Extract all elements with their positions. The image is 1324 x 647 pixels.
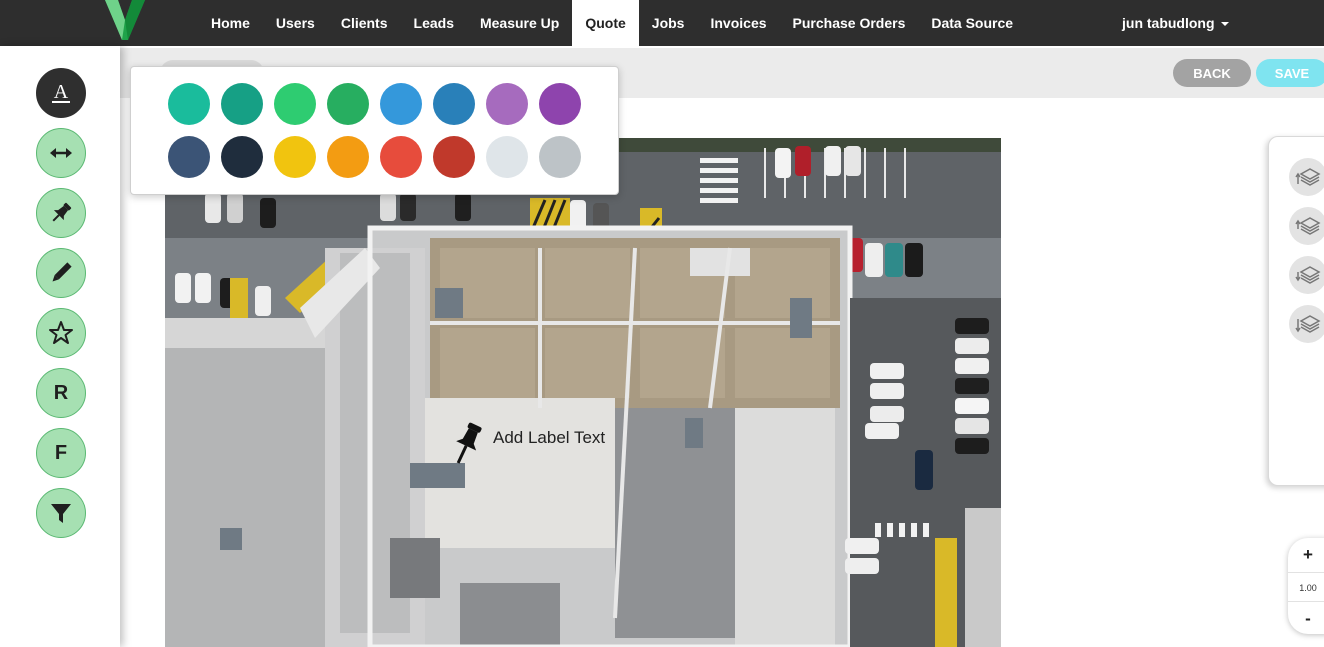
text-underline-icon: A xyxy=(52,81,70,103)
measure-tool-button[interactable] xyxy=(36,128,86,178)
v-logo-icon[interactable] xyxy=(100,0,150,44)
user-name: jun tabudlong xyxy=(1122,15,1215,31)
save-button[interactable]: SAVE xyxy=(1256,59,1324,87)
zoom-control: + 1.00 - xyxy=(1288,538,1324,634)
color-swatch[interactable] xyxy=(221,83,263,125)
nav-purchase-orders[interactable]: Purchase Orders xyxy=(780,0,919,46)
draw-tool-button[interactable] xyxy=(36,248,86,298)
bring-forward-icon xyxy=(1295,217,1321,235)
nav-invoices[interactable]: Invoices xyxy=(697,0,779,46)
pencil-icon xyxy=(52,262,72,282)
nav-jobs[interactable]: Jobs xyxy=(639,0,698,46)
color-swatch[interactable] xyxy=(539,136,581,178)
pushpin-icon[interactable] xyxy=(446,419,488,469)
text-tool-button[interactable]: A xyxy=(36,68,86,118)
nav-users[interactable]: Users xyxy=(263,0,328,46)
satellite-map-canvas[interactable] xyxy=(165,138,1001,647)
bring-to-front-button[interactable] xyxy=(1289,158,1324,196)
color-swatch[interactable] xyxy=(539,83,581,125)
nav-quote[interactable]: Quote xyxy=(572,0,639,46)
color-swatch[interactable] xyxy=(380,136,422,178)
send-backward-icon xyxy=(1295,266,1321,284)
send-to-back-icon xyxy=(1295,315,1321,333)
nav-home[interactable]: Home xyxy=(198,0,263,46)
r-tool-button[interactable]: R xyxy=(36,368,86,418)
color-swatch[interactable] xyxy=(380,83,422,125)
color-swatch[interactable] xyxy=(274,136,316,178)
nav-data-source[interactable]: Data Source xyxy=(918,0,1026,46)
send-to-back-button[interactable] xyxy=(1289,305,1324,343)
color-swatch[interactable] xyxy=(327,136,369,178)
main-nav: Home Users Clients Leads Measure Up Quot… xyxy=(198,0,1026,46)
left-toolbar: A R F xyxy=(0,46,120,647)
color-swatch[interactable] xyxy=(274,83,316,125)
bring-to-front-icon xyxy=(1295,168,1321,186)
filter-icon xyxy=(51,504,71,523)
zoom-out-button[interactable]: - xyxy=(1288,604,1324,634)
r-tool-label: R xyxy=(53,381,69,404)
bring-forward-button[interactable] xyxy=(1289,207,1324,245)
pushpin-icon xyxy=(52,202,72,222)
color-swatch[interactable] xyxy=(486,83,528,125)
zoom-in-button[interactable]: + xyxy=(1288,540,1324,570)
top-navbar: Home Users Clients Leads Measure Up Quot… xyxy=(0,0,1324,46)
layer-order-panel xyxy=(1268,136,1324,486)
send-backward-button[interactable] xyxy=(1289,256,1324,294)
color-swatch[interactable] xyxy=(327,83,369,125)
color-swatch[interactable] xyxy=(433,83,475,125)
nav-clients[interactable]: Clients xyxy=(328,0,401,46)
filter-tool-button[interactable] xyxy=(36,488,86,538)
f-tool-label: F xyxy=(54,441,68,464)
star-icon xyxy=(49,321,73,344)
back-button[interactable]: BACK xyxy=(1173,59,1251,87)
nav-measure-up[interactable]: Measure Up xyxy=(467,0,572,46)
color-swatch[interactable] xyxy=(168,136,210,178)
color-swatch[interactable] xyxy=(433,136,475,178)
f-tool-button[interactable]: F xyxy=(36,428,86,478)
color-swatch[interactable] xyxy=(221,136,263,178)
color-swatch[interactable] xyxy=(168,83,210,125)
pin-label-text[interactable]: Add Label Text xyxy=(493,428,605,448)
user-menu[interactable]: jun tabudlong xyxy=(1122,0,1229,46)
double-arrow-icon xyxy=(50,148,72,158)
caret-down-icon xyxy=(1220,22,1229,27)
svg-text:A: A xyxy=(54,81,69,103)
color-picker-popup xyxy=(130,66,619,195)
star-tool-button[interactable] xyxy=(36,308,86,358)
nav-leads[interactable]: Leads xyxy=(401,0,467,46)
color-swatch[interactable] xyxy=(486,136,528,178)
pin-tool-button[interactable] xyxy=(36,188,86,238)
zoom-level-display: 1.00 xyxy=(1288,572,1324,602)
